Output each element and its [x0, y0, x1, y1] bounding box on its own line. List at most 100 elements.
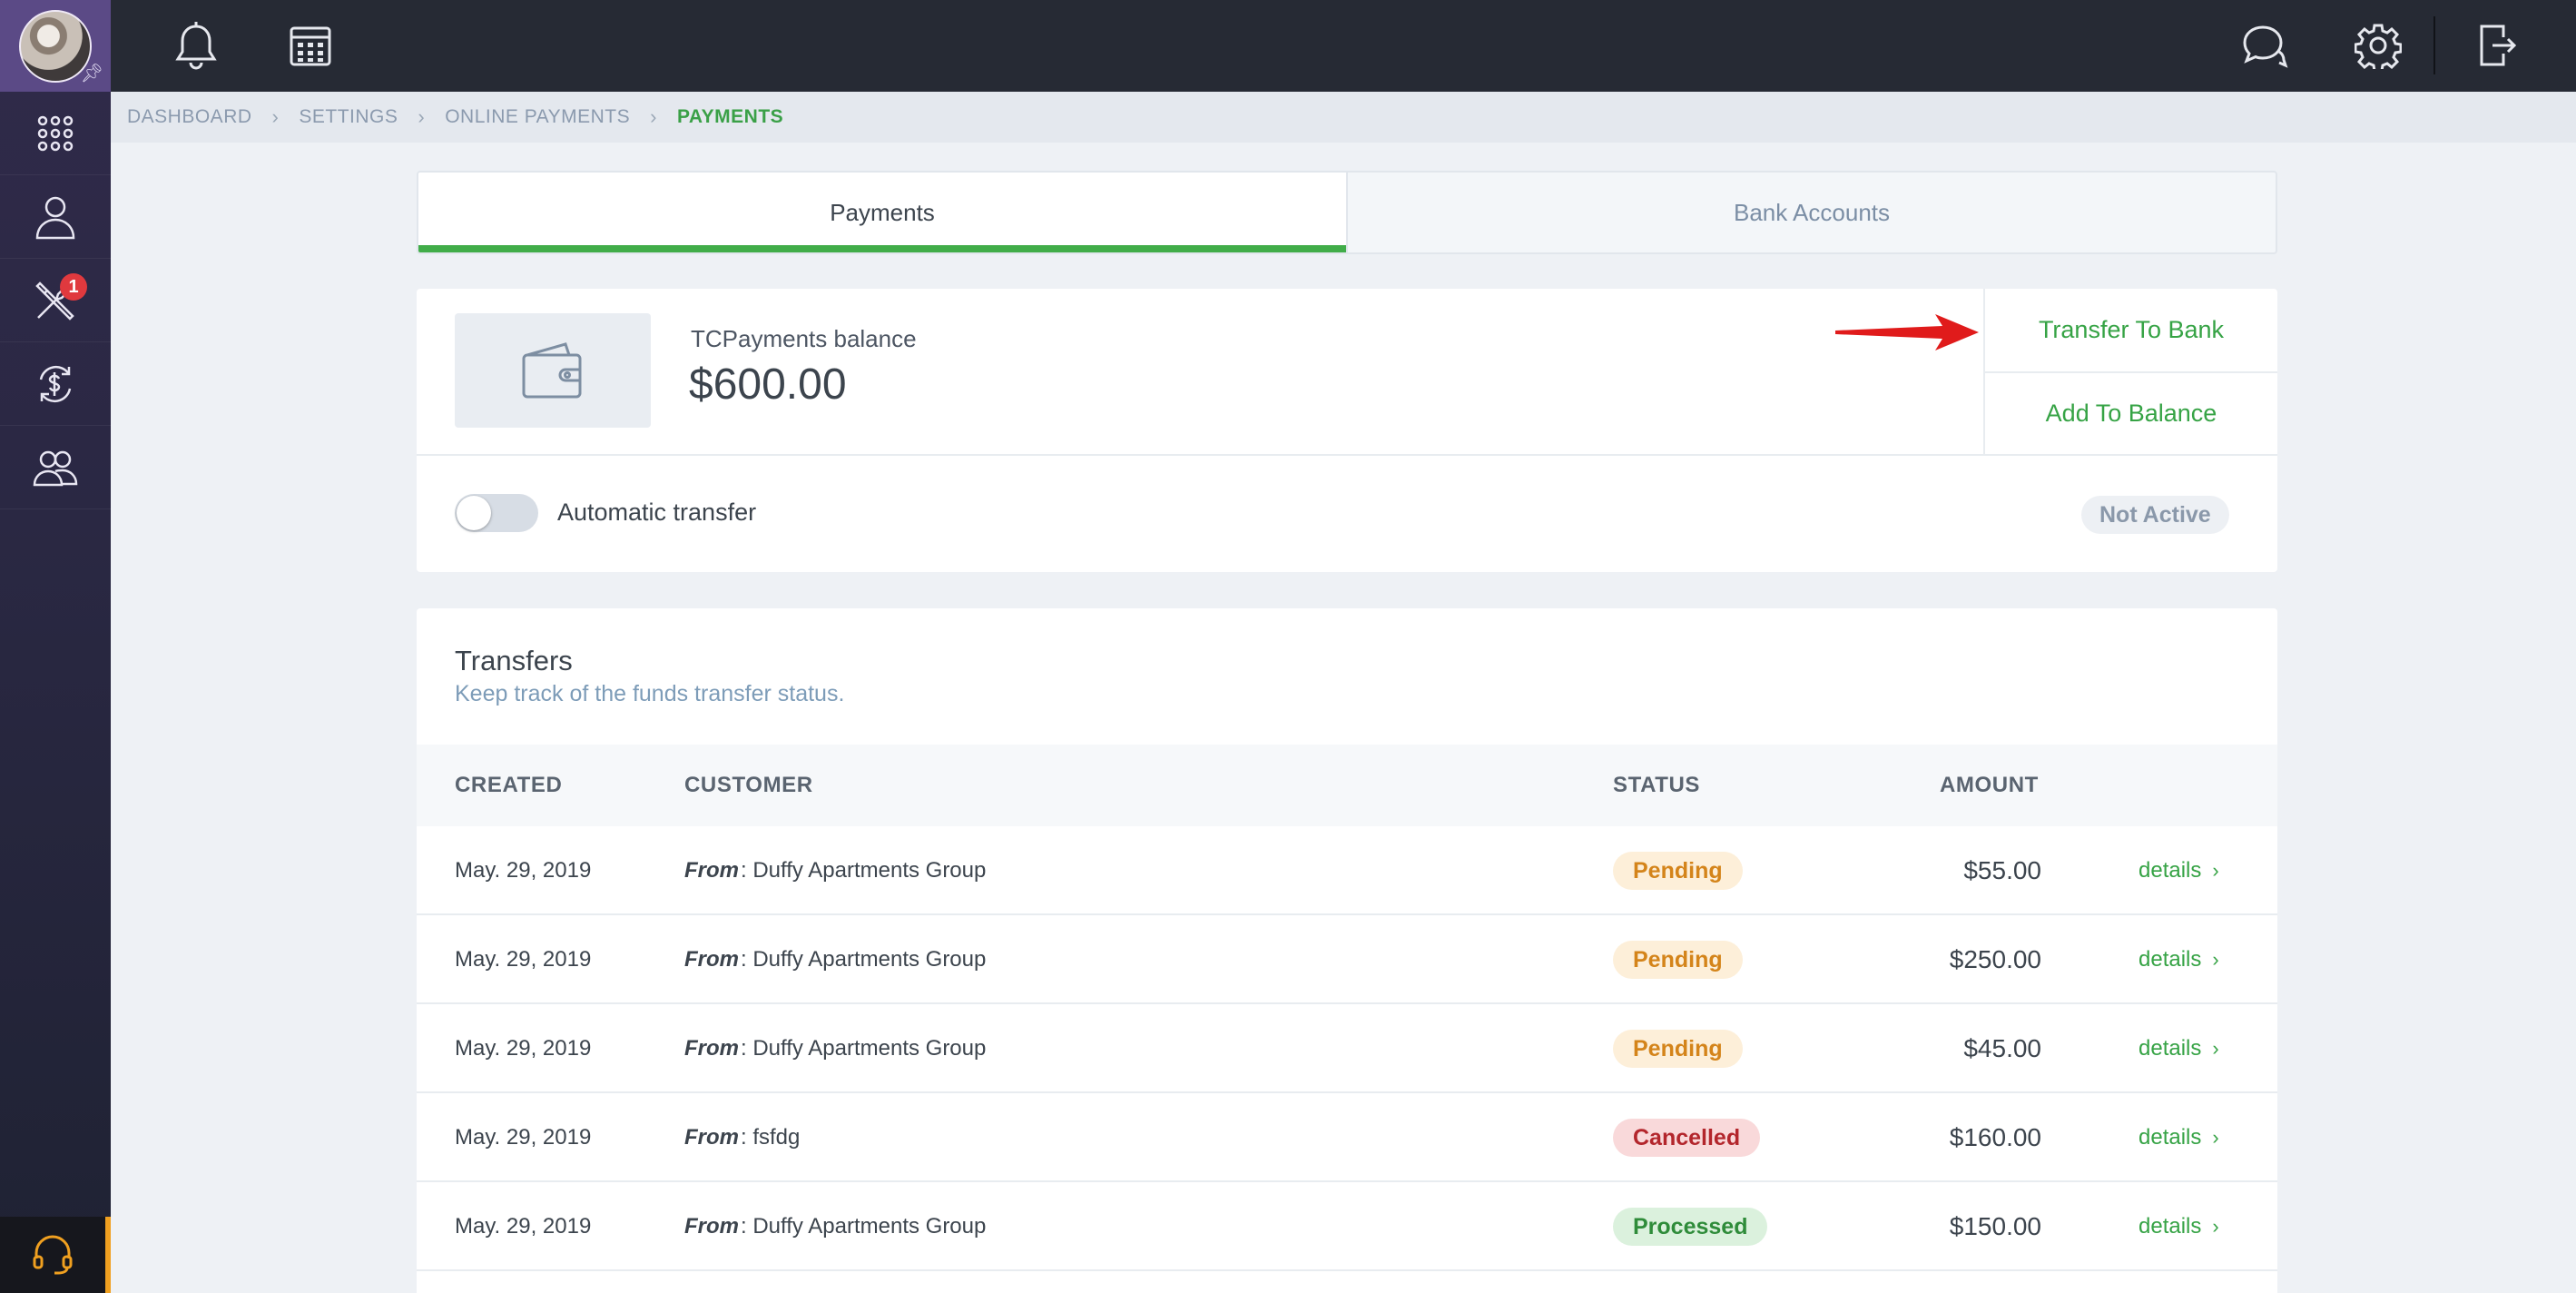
created-date: May. 29, 2019: [455, 858, 592, 883]
column-customer[interactable]: CUSTOMER: [684, 745, 813, 826]
amount-cell: $250.00: [1949, 945, 2041, 973]
transfers-card: Transfers Keep track of the funds transf…: [417, 608, 2277, 1293]
breadcrumb-current: PAYMENTS: [676, 106, 784, 127]
headset-icon: [33, 1235, 73, 1275]
auto-transfer-status-badge: Not Active: [2081, 496, 2229, 534]
status-cell: Pending: [1613, 826, 1743, 915]
details-link[interactable]: details ›: [2138, 1004, 2219, 1093]
details-link[interactable]: details ›: [2138, 915, 2219, 1004]
pin-icon[interactable]: 📌︎: [81, 62, 103, 84]
chevron-right-icon: ›: [2212, 1215, 2219, 1238]
tab-bank-accounts[interactable]: Bank Accounts: [1348, 173, 2276, 252]
transfers-subtitle: Keep track of the funds transfer status.: [455, 681, 845, 706]
details-link[interactable]: details ›: [2138, 1182, 2219, 1271]
customer-name: : fsfdg: [741, 1125, 801, 1150]
automatic-transfer-toggle[interactable]: [455, 494, 538, 532]
transfers-title: Transfers: [455, 645, 573, 676]
automatic-transfer-label: Automatic transfer: [557, 498, 757, 526]
transfer-to-bank-button[interactable]: Transfer To Bank: [1985, 289, 2277, 371]
balance-actions: Transfer To Bank Add To Balance: [1983, 289, 2277, 454]
red-arrow-annotation: [1835, 314, 1979, 350]
balance-label: TCPayments balance: [691, 325, 917, 352]
sidebar-item-payments[interactable]: [0, 342, 111, 426]
column-status[interactable]: STATUS: [1613, 745, 1700, 826]
tab-bar: Payments Bank Accounts: [417, 171, 2277, 254]
notification-badge: 1: [60, 273, 87, 301]
wallet-icon: [522, 342, 582, 399]
details-link[interactable]: details ›: [2138, 1093, 2219, 1182]
status-badge: Pending: [1613, 852, 1743, 890]
customer-cell: From: Duffy Apartments Group: [684, 1182, 986, 1271]
breadcrumb-settings[interactable]: SETTINGS: [299, 106, 398, 128]
table-row: May. 29, 2019 From: Duffy Apartments Grou…: [417, 1182, 2277, 1271]
status-cell: Pending: [1613, 1004, 1743, 1093]
from-label: From: [684, 1036, 739, 1061]
add-to-balance-button[interactable]: Add To Balance: [1985, 371, 2277, 454]
column-created[interactable]: CREATED: [455, 745, 562, 826]
customer-name: : Duffy Apartments Group: [741, 858, 987, 883]
status-cell: Cancelled: [1613, 1093, 1761, 1182]
chevron-right-icon: ›: [650, 105, 657, 128]
customer-cell: From: Duffy Apartments Group: [684, 826, 986, 915]
chevron-right-icon: ›: [2212, 1037, 2219, 1060]
from-label: From: [684, 947, 739, 972]
status-cell: Processed: [1613, 1182, 1768, 1271]
created-date: May. 29, 2019: [455, 1036, 592, 1061]
breadcrumb: DASHBOARD › SETTINGS › ONLINE PAYMENTS ›…: [111, 92, 2576, 143]
amount-cell: $150.00: [1949, 1212, 2041, 1240]
table-header: CREATED CUSTOMER STATUS AMOUNT: [417, 745, 2277, 826]
details-label[interactable]: details: [2138, 1036, 2201, 1061]
support-button[interactable]: [0, 1217, 111, 1293]
created-date: May. 29, 2019: [455, 947, 592, 972]
table-row: May. 29, 2019 From: fsfdg Cancelled $160.00…: [417, 1093, 2277, 1182]
customer-name: : Duffy Apartments Group: [741, 1214, 987, 1239]
status-badge: Cancelled: [1613, 1119, 1761, 1157]
gear-icon[interactable]: [2351, 18, 2405, 73]
team-icon: [33, 450, 78, 486]
created-date: May. 29, 2019: [455, 1125, 592, 1150]
details-label[interactable]: details: [2138, 858, 2201, 883]
wallet-thumbnail: [455, 313, 651, 428]
calendar-icon[interactable]: [283, 18, 338, 73]
status-badge: Processed: [1613, 1208, 1768, 1246]
from-label: From: [684, 858, 739, 883]
customer-cell: From: Duffy Apartments Group: [684, 1004, 986, 1093]
apps-grid-icon: [37, 115, 74, 151]
status-badge: Pending: [1613, 1030, 1743, 1068]
tab-payments[interactable]: Payments: [418, 173, 1348, 252]
from-label: From: [684, 1214, 739, 1239]
chevron-right-icon: ›: [2212, 859, 2219, 882]
user-icon: [35, 196, 75, 239]
amount-cell: $55.00: [1963, 856, 2041, 884]
sidebar: 📌︎ 1: [0, 0, 111, 1293]
avatar[interactable]: 📌︎: [0, 0, 111, 92]
breadcrumb-dashboard[interactable]: DASHBOARD: [127, 106, 252, 128]
bell-icon[interactable]: [169, 18, 223, 73]
chevron-right-icon: ›: [2212, 1126, 2219, 1149]
sidebar-item-user[interactable]: [0, 175, 111, 259]
details-label[interactable]: details: [2138, 947, 2201, 972]
chevron-right-icon: ›: [418, 105, 426, 128]
balance-card: TCPayments balance $600.00 Transfer To B…: [417, 289, 2277, 572]
table-row: May. 29, 2019 From: Duffy Apartments Grou…: [417, 826, 2277, 915]
chat-icon[interactable]: [2237, 18, 2291, 73]
sidebar-item-team[interactable]: [0, 426, 111, 509]
sidebar-item-apps[interactable]: [0, 92, 111, 175]
details-label[interactable]: details: [2138, 1125, 2201, 1150]
topbar-divider: [2433, 16, 2435, 74]
logout-icon[interactable]: [2469, 18, 2523, 73]
chevron-right-icon: ›: [271, 105, 280, 128]
column-amount[interactable]: AMOUNT: [1940, 745, 2039, 826]
breadcrumb-online-payments[interactable]: ONLINE PAYMENTS: [445, 106, 630, 128]
created-date: May. 29, 2019: [455, 1214, 592, 1239]
amount-cell: $160.00: [1949, 1123, 2041, 1151]
details-link[interactable]: details ›: [2138, 826, 2219, 915]
sidebar-item-tools[interactable]: 1: [0, 259, 111, 342]
from-label: From: [684, 1125, 739, 1150]
card-divider: [417, 454, 2277, 456]
customer-cell: From: fsfdg: [684, 1093, 800, 1182]
table-row: May. 29, 2019 From: Duffy Apartments Grou…: [417, 1004, 2277, 1093]
top-bar: [0, 0, 2576, 92]
details-label[interactable]: details: [2138, 1214, 2201, 1239]
status-cell: Pending: [1613, 915, 1743, 1004]
